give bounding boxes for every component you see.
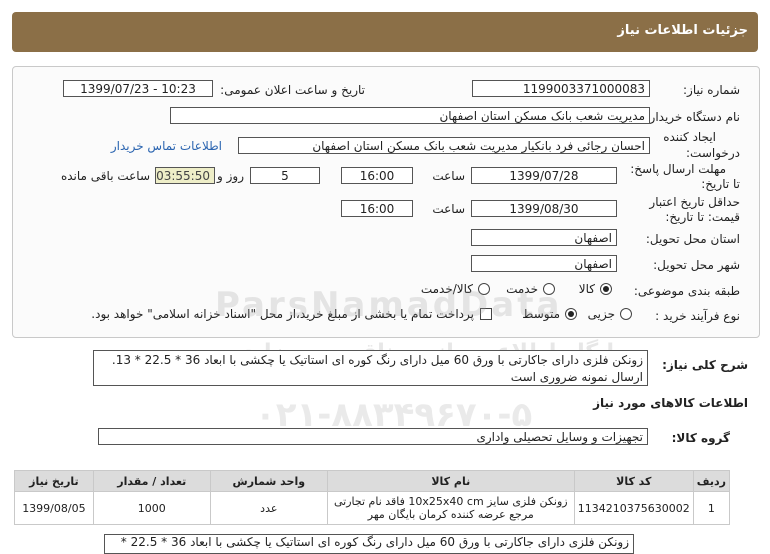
creator-field: احسان رجائی فرد بانکیار مدیریت شعب بانک … [238, 137, 650, 154]
page-header: جزئیات اطلاعات نیاز [12, 12, 758, 52]
category-goods-radio[interactable] [600, 283, 612, 295]
validity-time-label: ساعت [432, 202, 465, 216]
cell-qty: 1000 [92, 491, 211, 525]
purchase-minor-label: جزیی [587, 307, 615, 321]
deadline-label-1: مهلت ارسال پاسخ: [630, 162, 726, 176]
cell-code: 1134210375630002 [573, 491, 694, 525]
cell-date: 1399/08/05 [14, 491, 94, 525]
need-number-label: شماره نیاز: [683, 83, 740, 97]
col-name: نام کالا [326, 470, 575, 492]
summary-label: شرح کلی نیاز: [662, 358, 748, 372]
cell-name: زونکن فلزی سایز 10x25x40 cm فاقد نام تجا… [326, 491, 575, 525]
validity-time-field: 16:00 [341, 200, 413, 217]
city-field: اصفهان [471, 255, 617, 272]
buyer-field: مدیریت شعب بانک مسکن استان اصفهان [170, 107, 650, 124]
col-code: کد کالا [573, 470, 694, 492]
goods-section-title: اطلاعات کالاهای مورد نیاز [593, 396, 748, 410]
col-qty: تعداد / مقدار [92, 470, 211, 492]
need-number-field: 1199003371000083 [472, 80, 650, 97]
cell-unit: عدد [209, 491, 328, 525]
purchase-minor-radio[interactable] [620, 308, 632, 320]
category-label: طبقه بندی موضوعی: [633, 284, 740, 298]
col-date: تاریخ نیاز [14, 470, 94, 492]
watermark-brand: ParsNamadData [215, 285, 563, 325]
validity-date-field: 1399/08/30 [471, 200, 617, 217]
buyer-label: نام دستگاه خریدار: [645, 110, 741, 124]
purchase-type-label: نوع فرآیند خرید : [655, 309, 740, 323]
summary-text-box: زونکن فلزی دارای جاکارتی با ورق 60 میل د… [93, 350, 648, 386]
creator-label-2: درخواست: [686, 146, 740, 160]
announce-label: تاریخ و ساعت اعلان عمومی: [220, 83, 365, 97]
purchase-medium-radio[interactable] [565, 308, 577, 320]
goods-group-label: گروه کالا: [671, 431, 730, 445]
city-label: شهر محل تحویل: [653, 258, 740, 272]
goods-table: ردیف کد کالا نام کالا واحد شمارش تعداد /… [14, 470, 731, 525]
contact-buyer-link[interactable]: اطلاعات تماس خریدار [111, 139, 222, 153]
remaining-label: ساعت باقی مانده [60, 169, 150, 183]
goods-group-field: تجهیزات و وسایل تحصیلی واداری [98, 428, 648, 445]
days-label: روز و [217, 169, 244, 183]
table-row: 1 1134210375630002 زونکن فلزی سایز 10x25… [14, 491, 731, 525]
deadline-time-field: 16:00 [341, 167, 413, 184]
validity-label-2: قیمت: تا تاریخ: [665, 210, 740, 224]
goods-table-header: ردیف کد کالا نام کالا واحد شمارش تعداد /… [14, 470, 731, 492]
province-label: استان محل تحویل: [645, 232, 740, 246]
deadline-time-label: ساعت [432, 169, 465, 183]
province-field: اصفهان [471, 229, 617, 246]
deadline-date-field: 1399/07/28 [471, 167, 617, 184]
creator-label-1: ایجاد کننده [663, 130, 716, 144]
page-title: جزئیات اطلاعات نیاز [617, 23, 748, 38]
category-goods-label: کالا [578, 282, 595, 296]
validity-label-1: حداقل تاریخ اعتبار [649, 195, 740, 209]
col-unit: واحد شمارش [209, 470, 328, 492]
col-row: ردیف [692, 470, 731, 492]
remaining-time-field: 03:55:50 [155, 167, 215, 184]
cell-row: 1 [692, 491, 731, 525]
announce-field: 1399/07/23 - 10:23 [63, 80, 213, 97]
days-field: 5 [250, 167, 320, 184]
deadline-label-2: تا تاریخ: [701, 177, 740, 191]
bottom-description-box: زونکن فلزی دارای جاکارتی با ورق 60 میل د… [104, 534, 634, 554]
